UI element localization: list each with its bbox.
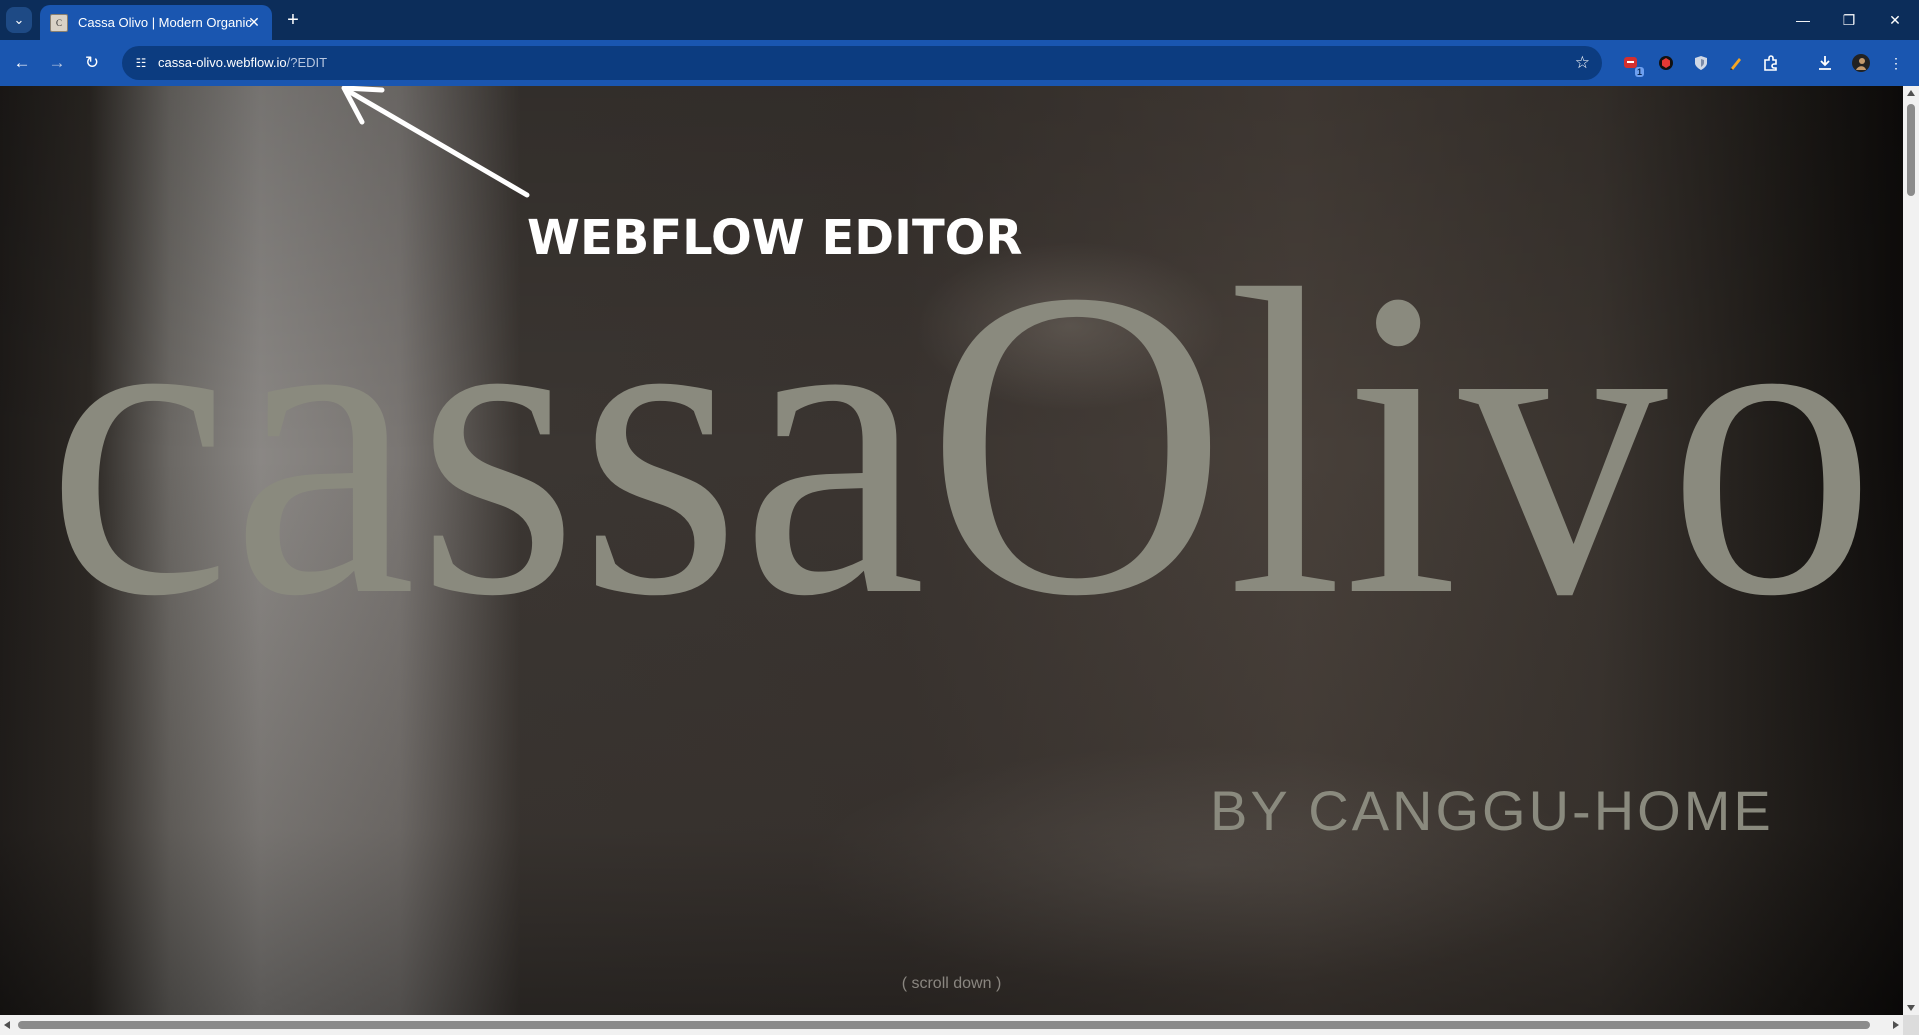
browser-toolbar: ← → ↻ ☷ cassa-olivo.webflow.io/?EDIT ☆ 1… bbox=[0, 40, 1919, 86]
extension-red-icon[interactable]: 1 bbox=[1620, 52, 1644, 77]
profile-avatar[interactable] bbox=[1850, 52, 1872, 74]
annotation-arrow-icon bbox=[341, 86, 530, 198]
forward-button[interactable]: → bbox=[45, 51, 69, 75]
address-bar[interactable]: ☷ cassa-olivo.webflow.io/?EDIT ☆ bbox=[122, 46, 1602, 80]
bookmark-star-icon[interactable]: ☆ bbox=[1575, 53, 1590, 73]
scroll-right-icon[interactable] bbox=[1893, 1021, 1899, 1029]
page-viewport: cassaOlivo BY CANGGU-HOME ( scroll down … bbox=[0, 86, 1903, 1015]
extension-shield-icon[interactable] bbox=[1690, 52, 1712, 74]
vertical-scroll-thumb[interactable] bbox=[1907, 104, 1915, 196]
window-close-button[interactable]: ✕ bbox=[1872, 0, 1918, 40]
brand-name: cassaOlivo bbox=[46, 246, 1876, 646]
extension-pen-icon[interactable] bbox=[1725, 52, 1747, 74]
extensions-puzzle-icon[interactable] bbox=[1760, 52, 1782, 74]
extension-badge: 1 bbox=[1634, 67, 1644, 77]
new-tab-button[interactable]: + bbox=[282, 9, 304, 31]
site-favicon: C bbox=[50, 13, 68, 32]
url-path: /?EDIT bbox=[286, 55, 328, 70]
annotation-label: WEBFLOW EDITOR bbox=[527, 210, 1023, 266]
scroll-left-icon[interactable] bbox=[4, 1021, 10, 1029]
horizontal-scroll-thumb[interactable] bbox=[18, 1021, 1870, 1029]
vertical-scrollbar[interactable] bbox=[1903, 86, 1919, 1015]
browser-menu-icon[interactable]: ⋮ bbox=[1885, 52, 1907, 74]
download-icon[interactable] bbox=[1814, 52, 1836, 74]
horizontal-scrollbar[interactable] bbox=[0, 1015, 1903, 1035]
scroll-hint: ( scroll down ) bbox=[901, 975, 1002, 992]
tab-close-icon[interactable]: ✕ bbox=[246, 14, 262, 30]
tab-title: Cassa Olivo | Modern Organic I bbox=[78, 15, 253, 30]
scrollbar-corner bbox=[1903, 1015, 1919, 1035]
url-host: cassa-olivo.webflow.io bbox=[158, 55, 287, 70]
extension-cube-icon[interactable] bbox=[1655, 52, 1677, 74]
brand-logo: cassaOlivo bbox=[46, 246, 1876, 646]
restore-button[interactable]: ❐ bbox=[1826, 0, 1872, 40]
brand-subtitle: BY CANGGU-HOME bbox=[1210, 779, 1774, 842]
scroll-down-icon[interactable] bbox=[1907, 1005, 1915, 1011]
tab-strip: ⌄ C Cassa Olivo | Modern Organic I ✕ + —… bbox=[0, 0, 1919, 40]
scroll-up-icon[interactable] bbox=[1907, 90, 1915, 96]
reload-button[interactable]: ↻ bbox=[80, 51, 104, 75]
back-button[interactable]: ← bbox=[10, 51, 34, 75]
tab-search-chevron-icon[interactable]: ⌄ bbox=[6, 7, 32, 33]
url-text[interactable]: cassa-olivo.webflow.io/?EDIT bbox=[158, 55, 327, 70]
browser-tab-active[interactable]: C Cassa Olivo | Modern Organic I ✕ bbox=[40, 5, 272, 40]
minimize-button[interactable]: — bbox=[1780, 0, 1826, 40]
site-info-icon[interactable]: ☷ bbox=[132, 54, 150, 72]
